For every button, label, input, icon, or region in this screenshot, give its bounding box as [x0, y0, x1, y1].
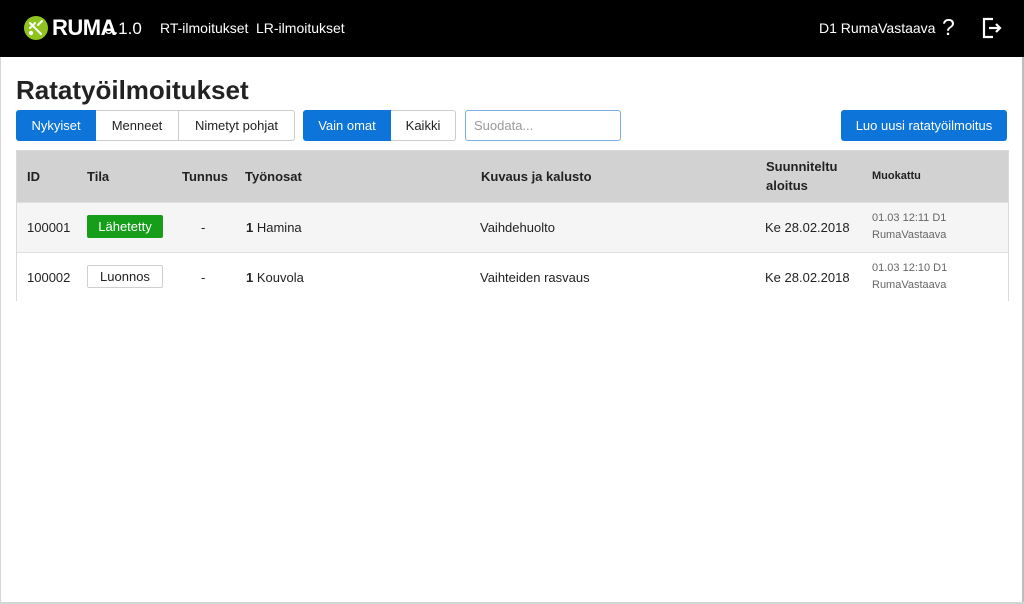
cell-muokattu-user: RumaVastaava [872, 229, 947, 241]
notices-table: ID Tila Tunnus Työnosat Kuvaus ja kalust… [16, 150, 1009, 302]
cell-id: 100001 [27, 220, 71, 235]
table-header: ID Tila Tunnus Työnosat Kuvaus ja kalust… [17, 151, 1008, 202]
column-header-muokattu[interactable]: Muokattu [872, 167, 921, 186]
cell-muokattu-time: 01.03 12:11 D1 [872, 212, 947, 224]
window-left-border [0, 57, 1, 604]
cell-suunniteltu-aloitus: Ke 28.02.2018 [765, 270, 850, 285]
column-header-tunnus[interactable]: Tunnus [182, 167, 228, 186]
column-header-aloitus[interactable]: aloitus [766, 176, 808, 195]
owner-filter-tabs: Vain omat Kaikki [303, 110, 456, 141]
tab-menneet[interactable]: Menneet [96, 110, 179, 141]
table-row[interactable]: 100002 Luonnos - 1 Kouvola Vaihteiden ra… [17, 252, 1008, 302]
column-header-suunniteltu[interactable]: Suunniteltu [766, 157, 838, 176]
nav-link-lr-ilmoitukset[interactable]: LR-ilmoitukset [256, 19, 345, 37]
column-header-tyonosat[interactable]: Työnosat [245, 167, 302, 186]
cell-tunnus: - [201, 270, 206, 285]
cell-tunnus: - [201, 220, 206, 235]
logout-icon[interactable] [982, 17, 1002, 39]
tab-nimetyt-pohjat[interactable]: Nimetyt pohjat [179, 110, 295, 141]
tab-vain-omat[interactable]: Vain omat [303, 110, 391, 141]
nav-link-rt-ilmoitukset[interactable]: RT-ilmoitukset [160, 19, 248, 37]
status-badge: Luonnos [87, 265, 163, 288]
cell-tyonosat: 1 Hamina [246, 219, 302, 237]
filter-input[interactable] [465, 110, 621, 141]
cell-kuvaus: Vaihdehuolto [480, 220, 555, 235]
create-new-notice-button[interactable]: Luo uusi ratatyöilmoitus [841, 110, 1007, 141]
cell-suunniteltu-aloitus: Ke 28.02.2018 [765, 220, 850, 235]
cell-muokattu-user: RumaVastaava [872, 279, 947, 291]
cell-id: 100002 [27, 270, 71, 285]
section-count: 1 [246, 270, 254, 285]
cell-tyonosat: 1 Kouvola [246, 269, 304, 287]
section-count: 1 [246, 220, 254, 235]
page-title: Ratatyöilmoitukset [16, 75, 249, 105]
column-header-tila[interactable]: Tila [87, 167, 109, 186]
tab-nykyiset[interactable]: Nykyiset [16, 110, 96, 141]
app-version: 0.1.0 [104, 19, 142, 38]
table-row[interactable]: 100001 Lähetetty - 1 Hamina Vaihdehuolto… [17, 202, 1008, 252]
status-badge: Lähetetty [87, 215, 163, 238]
top-navigation-bar: RUMA 0.1.0 RT-ilmoitukset LR-ilmoitukset… [0, 0, 1024, 57]
tab-kaikki[interactable]: Kaikki [391, 110, 456, 141]
time-filter-tabs: Nykyiset Menneet Nimetyt pohjat [16, 110, 295, 141]
column-header-id[interactable]: ID [27, 167, 40, 186]
column-header-kuvaus[interactable]: Kuvaus ja kalusto [481, 167, 592, 186]
section-name: Hamina [256, 220, 302, 235]
cell-muokattu-time: 01.03 12:10 D1 [872, 262, 948, 274]
ruma-logo-icon[interactable] [24, 16, 48, 40]
current-user-name[interactable]: D1 RumaVastaava [819, 19, 935, 37]
cell-kuvaus: Vaihteiden rasvaus [480, 270, 590, 285]
help-icon[interactable]: ? [942, 13, 955, 41]
section-name: Kouvola [256, 270, 304, 285]
